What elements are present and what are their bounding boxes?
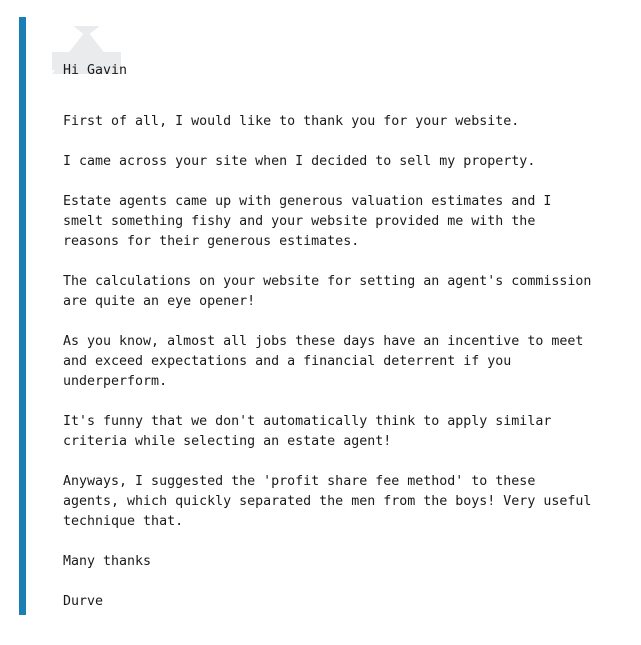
testimonial-accent-bar — [19, 17, 26, 615]
testimonial-paragraph: First of all, I would like to thank you … — [63, 114, 520, 129]
testimonial-paragraph: Anyways, I suggested the 'profit share f… — [63, 474, 592, 529]
greeting-wrapper: Hi Gavin — [63, 18, 127, 78]
testimonial-paragraph: It's funny that we don't automatically t… — [63, 414, 552, 449]
testimonial-body: First of all, I would like to thank you … — [63, 112, 641, 612]
greeting-text: Hi Gavin — [63, 63, 128, 78]
testimonial-paragraph: The calculations on your website for set… — [63, 274, 592, 309]
testimonial-paragraph: I came across your site when I decided t… — [63, 154, 536, 169]
testimonial-paragraph: Estate agents came up with generous valu… — [63, 194, 552, 249]
testimonial-paragraph: As you know, almost all jobs these days … — [63, 334, 584, 389]
testimonial-block: Hi Gavin First of all, I would like to t… — [47, 18, 641, 628]
testimonial-signature: Durve — [63, 594, 104, 609]
testimonial-signoff: Many thanks — [63, 554, 152, 569]
